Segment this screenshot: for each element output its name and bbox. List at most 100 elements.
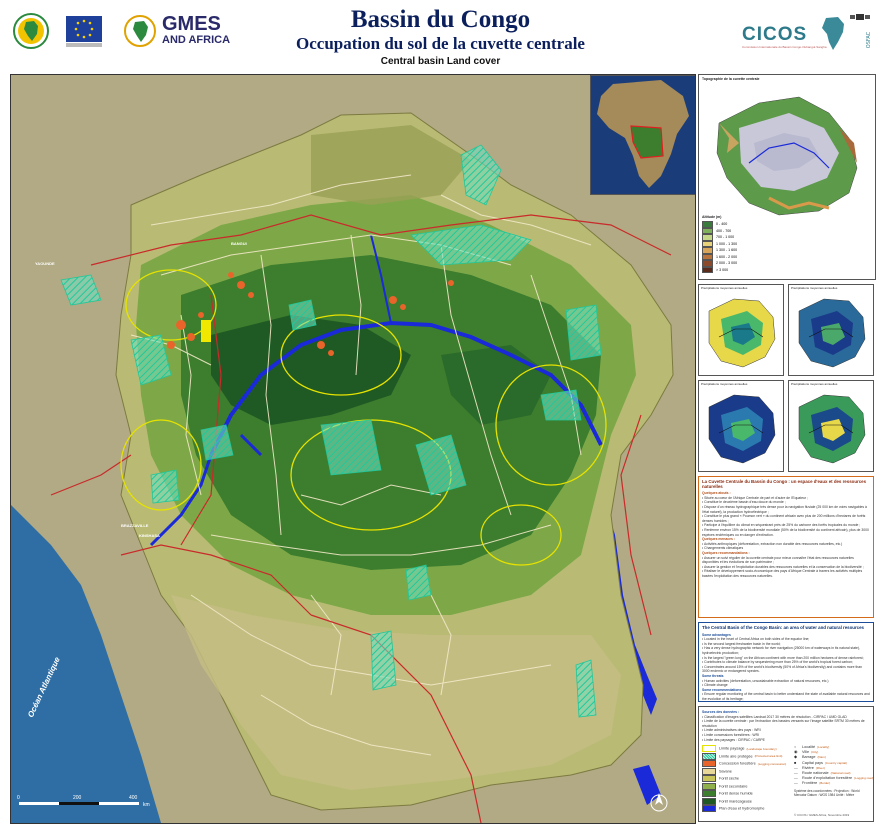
- altitude-legend-item: 1 600 - 2 000: [702, 253, 737, 260]
- english-list-advantages: • Located in the heart of Central Africa…: [702, 637, 870, 674]
- legend-label: Localité: [802, 745, 816, 749]
- english-list-recommendations: • Ensure regular monitoring of the centr…: [702, 692, 870, 703]
- altitude-legend-item: 0 - 400: [702, 221, 727, 228]
- legend-label: Frontière: [802, 781, 818, 786]
- legend-item: Limite paysage (Landscape boundary): [702, 745, 777, 752]
- legend-label: Plan d'eau et hydromorphe: [719, 806, 765, 811]
- legend-sublabel: (Border): [819, 781, 831, 786]
- legend-item: — Route d'exploitation forestière (Logging…: [794, 776, 874, 781]
- bullet-item: • Ensure regular monitoring of the centr…: [702, 692, 870, 701]
- precipitation-panels: Précipitations moyennes annuelles Précipi…: [698, 284, 874, 472]
- legend-label: Concession forestière: [719, 761, 756, 766]
- legend-sublabel: (Country capital): [824, 760, 847, 765]
- projection-info: Système des coordonnées : Projection : W…: [794, 789, 860, 797]
- precipitation-map: [708, 394, 776, 464]
- legend-sublabel: (Logging road): [854, 776, 874, 781]
- legend-item: Savane: [702, 767, 732, 775]
- topography-title: Topographie de la cuvette centrale: [702, 77, 760, 81]
- legend-symbol: ○: [794, 745, 797, 749]
- sidebar: Topographie de la cuvette centrale Altit…: [698, 74, 876, 822]
- legend-sublabel: (Dam): [817, 755, 826, 760]
- cicos-africa-icon: [822, 17, 844, 50]
- legend-label: Limite paysage: [719, 746, 745, 751]
- legend-item: Forêt sèche: [702, 775, 739, 782]
- legend-swatch: [702, 760, 716, 767]
- bullet-item: • Limite des paysages : CIRPAC / CARPE: [702, 737, 765, 742]
- altitude-label: 1 300 - 1 600: [716, 248, 738, 253]
- scale-label-200: 200: [73, 795, 82, 801]
- legend-sublabel: (River): [815, 765, 825, 770]
- legend-label: Route d'exploitation forestière: [802, 776, 853, 781]
- legend-symbol: —: [794, 765, 798, 770]
- bullet-item: • Has a very dense hydrographic network …: [702, 646, 860, 655]
- legend-swatch: [702, 752, 716, 760]
- french-list-atouts: • Située au cœur de l'Afrique Centrale d…: [702, 496, 870, 537]
- precipitation-map: [708, 298, 776, 368]
- altitude-legend-item: 2 000 - 3 000: [702, 260, 737, 267]
- legend-item: — Route nationale (National road): [794, 771, 850, 776]
- yellow-landscape-highlight: [201, 320, 211, 342]
- legend-swatch: [702, 745, 716, 752]
- precipitation-map-title: Précipitations moyennes annuelles: [791, 286, 838, 290]
- english-description-panel: The Central Basin of the Congo Basin: an…: [698, 622, 874, 702]
- scale-bar: [19, 802, 139, 805]
- legend-sublabel: (Landscape boundary): [746, 746, 777, 751]
- legend-label: Ville: [802, 750, 810, 755]
- scale-unit: km: [143, 802, 150, 808]
- legend-swatch: [702, 782, 716, 790]
- legend-item: Forêt marécageuse: [702, 797, 752, 805]
- precipitation-map-panel: Précipitations moyennes annuelles: [698, 380, 784, 472]
- scale-label-400: 400: [129, 795, 138, 801]
- altitude-legend-item: 400 - 700: [702, 227, 732, 234]
- bullet-item: • Réaliser le développement socio-économ…: [702, 569, 863, 578]
- legend-label: Rivière: [802, 765, 814, 770]
- legend-sublabel: (Protected area limit): [754, 754, 783, 758]
- map-credit: © CICOS / GMES Africa, Novembre 2019: [794, 813, 850, 817]
- legend-item: Plan d'eau et hydromorphe: [702, 805, 764, 812]
- bullet-item: • Ensure the management and sustainable …: [702, 702, 870, 703]
- legend-symbol: —: [794, 781, 798, 786]
- altitude-legend-title: Altitude (m): [702, 215, 722, 219]
- altitude-legend-item: 700 - 1 000: [702, 234, 735, 241]
- legend-item: Forêt dense humide: [702, 790, 753, 797]
- legend-item: — Rivière (River): [794, 766, 825, 771]
- precipitation-map-title: Précipitations moyennes annuelles: [701, 286, 748, 290]
- altitude-label: 400 - 700: [716, 228, 732, 233]
- bullet-item: • Renferme environ 15% de la biodiversit…: [702, 527, 869, 537]
- precipitation-map: [798, 298, 866, 368]
- precipitation-map-title: Précipitations moyennes annuelles: [701, 382, 748, 386]
- french-description-panel: La Cuvette Centrale du Bassin du Congo :…: [698, 476, 874, 618]
- french-list-recommandations: • Assurer un suivi régulier de la cuvett…: [702, 556, 870, 579]
- altitude-label: 1 000 - 1 300: [716, 241, 738, 246]
- legend-item: Concession forestière (Logging concession…: [702, 760, 786, 767]
- legend-label: Barrage: [802, 755, 816, 760]
- legend-item: ◆ Barrage (Dam): [794, 755, 826, 760]
- precipitation-map-title: Précipitations moyennes annuelles: [791, 382, 838, 386]
- legend-swatch: [702, 775, 716, 782]
- english-heading: The Central Basin of the Congo Basin: an…: [702, 625, 865, 630]
- altitude-swatch: [702, 266, 713, 273]
- city-kinshasa: KINSHASA: [139, 533, 160, 538]
- legend-swatch: [702, 805, 716, 812]
- bullet-item: • Dispose d'un réseau hydrographique trè…: [702, 504, 867, 514]
- map-legend: Limite paysage (Landscape boundary) Limite…: [702, 745, 874, 821]
- legend-item: Forêt secondaire: [702, 782, 748, 790]
- legend-label: Savane: [719, 769, 732, 773]
- altitude-legend: 0 - 400 400 - 700 700 - 1 000 1 000 - 1 300…: [702, 221, 782, 277]
- page-subtitle-english: Central basin Land cover: [380, 56, 501, 67]
- satellite-icon: OSFAC: [850, 14, 872, 48]
- altitude-label: > 3 000: [716, 267, 729, 272]
- legend-symbol: ◆: [794, 755, 797, 760]
- precipitation-map-panel: Précipitations moyennes annuelles: [698, 284, 784, 376]
- legend-label: Forêt sèche: [719, 776, 740, 781]
- header: GMES AND AFRICA Bassin du Congo Occupati…: [0, 0, 881, 72]
- legend-item: ◉ Ville (City): [794, 750, 818, 755]
- main-map: Océan Atlantique YAOUNDE BANGUI BRAZZAVI…: [10, 74, 696, 824]
- bullet-item: • Assurer un suivi régulier de la cuvett…: [702, 555, 854, 565]
- altitude-legend-item: 1 000 - 1 300: [702, 240, 738, 247]
- altitude-label: 700 - 1 000: [716, 235, 735, 240]
- topography-panel: Topographie de la cuvette centrale Altit…: [698, 74, 876, 280]
- legend-symbol: —: [794, 776, 798, 781]
- city-bangui: BANGUI: [231, 241, 247, 246]
- legend-swatch: [702, 790, 716, 797]
